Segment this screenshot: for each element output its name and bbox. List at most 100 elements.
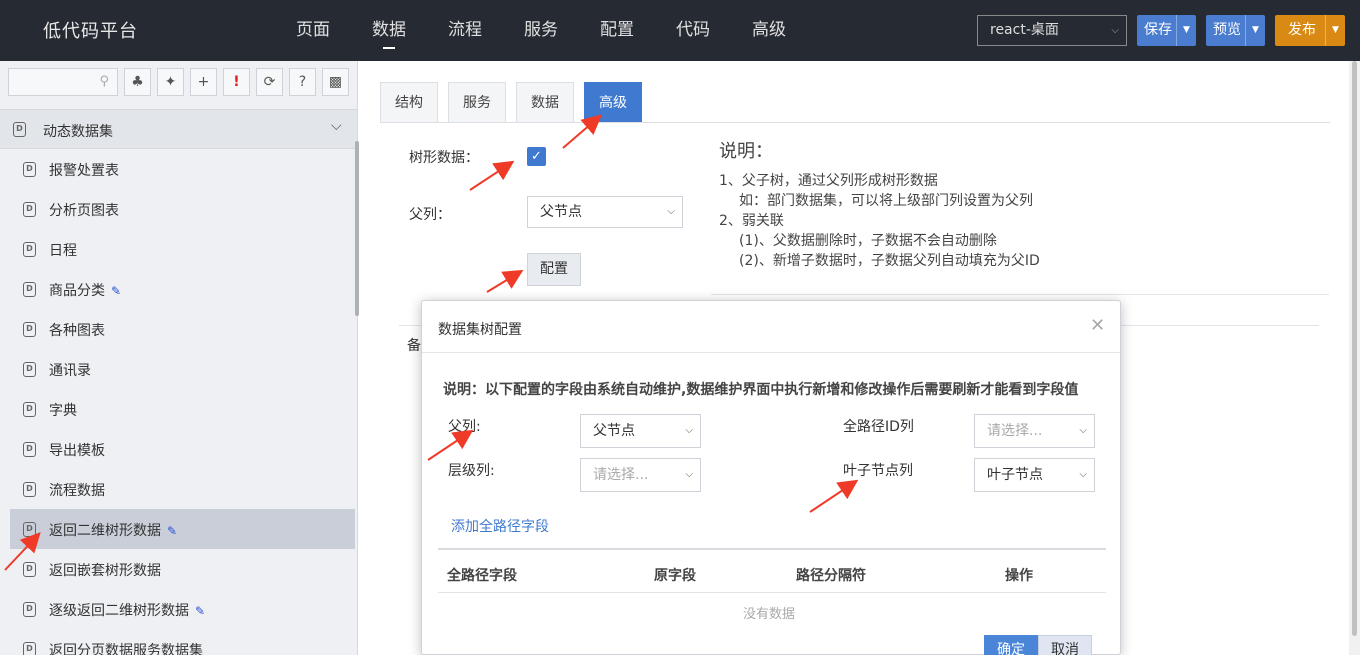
description-line: 1、父子树，通过父列形成树形数据 [719,173,938,189]
tree-data-checkbox[interactable]: ✓ [527,147,546,166]
sidebar-item[interactable]: D 返回分页数据服务数据集 [0,629,357,655]
chevron-down-icon: ⌵ [685,425,693,436]
caret-down-icon[interactable]: ▼ [1176,15,1196,46]
nav-item-config[interactable]: 配置 [579,0,655,61]
sidebar-item[interactable]: D 各种图表 [0,309,357,349]
nav-item-flow[interactable]: 流程 [427,0,503,61]
preview-button[interactable]: 预览 ▼ [1206,15,1265,46]
close-icon[interactable]: ✕ [1090,315,1105,336]
sidebar-item-label: 日程 [49,243,77,259]
tab-service[interactable]: 服务 [448,82,506,123]
nav-item-advanced[interactable]: 高级 [731,0,807,61]
modal-parent-select[interactable]: 父节点 ⌵ [580,414,701,448]
dataset-icon: D [23,322,36,337]
message-icon[interactable]: ▩ [322,68,349,96]
nav-item-code[interactable]: 代码 [655,0,731,61]
chevron-down-icon: ⌵ [1079,469,1087,480]
tab-divider [380,122,1330,123]
tab-bar: 结构 服务 数据 高级 [380,82,652,123]
dataset-icon: D [13,122,26,137]
sidebar-item-label: 分析页图表 [49,203,119,219]
tag-icon[interactable]: ✦ [157,68,184,96]
table-empty-text: 没有数据 [743,607,796,622]
dataset-icon: D [23,522,36,537]
main-nav: 页面 数据 流程 服务 配置 代码 高级 [275,0,807,61]
sidebar-item[interactable]: D 返回二维树形数据 ✎ [10,509,355,549]
sidebar-item[interactable]: D 报警处置表 [0,149,357,189]
publish-button[interactable]: 发布 ▼ [1275,15,1345,46]
sidebar-item[interactable]: D 字典 [0,389,357,429]
dataset-icon: D [23,562,36,577]
save-button[interactable]: 保存 ▼ [1137,15,1196,46]
level-column-label: 层级列: [448,463,495,479]
plus-icon[interactable]: + [190,68,217,96]
leaf-node-label: 叶子节点列 [843,463,913,479]
scroll-thumb[interactable] [1352,61,1357,636]
refresh-icon[interactable]: ⟳ [256,68,283,96]
tab-data[interactable]: 数据 [516,82,574,123]
save-label: 保存 [1144,22,1172,38]
table-border [438,592,1106,593]
divider [711,294,1329,295]
help-icon[interactable]: ? [289,68,316,96]
caret-down-icon[interactable]: ▼ [1245,15,1265,46]
sidebar-item[interactable]: D 通讯录 [0,349,357,389]
config-button[interactable]: 配置 [527,253,581,286]
sidebar-item-label: 返回嵌套树形数据 [49,563,161,579]
add-fullpath-field-link[interactable]: 添加全路径字段 [451,516,549,536]
sidebar-item[interactable]: D 返回嵌套树形数据 [0,549,357,589]
dataset-icon: D [23,442,36,457]
sidebar-item-label: 返回二维树形数据 ✎ [49,523,178,539]
caret-down-icon[interactable]: ▼ [1325,15,1345,46]
pencil-icon[interactable]: ✎ [195,604,205,618]
sidebar-item[interactable]: D 日程 [0,229,357,269]
main-scrollbar[interactable] [1349,61,1360,655]
tree-config-modal: 数据集树配置 ✕ 说明：以下配置的字段由系统自动维护,数据维护界面中执行新增和修… [421,300,1121,655]
level-column-select[interactable]: 请选择... ⌵ [580,458,701,492]
dataset-icon: D [23,202,36,217]
search-icon: ⚲ [99,74,109,89]
nav-item-page[interactable]: 页面 [275,0,351,61]
sidebar-item[interactable]: D 商品分类 ✎ [0,269,357,309]
description-line: (2)、新增子数据时，子数据父列自动填充为父ID [739,253,1040,269]
dataset-list: D 报警处置表 D 分析页图表 D 日程 D 商品分类 ✎ D 各种图表 D 通讯录 D 字典 D 导出模板 D 流… [0,149,357,655]
sidebar-item[interactable]: D 分析页图表 [0,189,357,229]
leaf-node-value: 叶子节点 [987,467,1043,483]
tab-structure[interactable]: 结构 [380,82,438,123]
fullpath-id-select[interactable]: 请选择... ⌵ [974,414,1095,448]
sidebar-item-label: 字典 [49,403,77,419]
fullpath-id-label: 全路径ID列 [843,419,914,435]
sidebar-search-input[interactable]: ⚲ [8,68,118,96]
cancel-button[interactable]: 取消 [1038,635,1092,655]
table-border [438,548,1106,550]
parent-column-value: 父节点 [540,204,582,220]
confirm-button[interactable]: 确定 [984,635,1038,655]
sidebar-item[interactable]: D 逐级返回二维树形数据 ✎ [0,589,357,629]
sidebar: ⚲ ♣ ✦ + ! ⟳ ? ▩ D 动态数据集 ⌵ D 报警处置表 D 分析页图表 D 日… [0,61,359,655]
sidebar-item-label: 返回分页数据服务数据集 [49,643,203,655]
section-title: 动态数据集 [43,124,113,140]
chevron-down-icon[interactable]: ⌵ [331,118,342,134]
exclamation-icon[interactable]: ! [223,68,250,96]
sidebar-item[interactable]: D 导出模板 [0,429,357,469]
nav-item-data[interactable]: 数据 [351,0,427,61]
pencil-icon[interactable]: ✎ [167,524,177,538]
env-select-value: react-桌面 [990,22,1059,38]
pencil-icon[interactable]: ✎ [111,284,121,298]
description-line: 如：部门数据集，可以将上级部门列设置为父列 [739,193,1033,209]
dataset-icon: D [23,242,36,257]
nav-item-service[interactable]: 服务 [503,0,579,61]
divider [422,352,1120,353]
column-header-action: 操作 [1005,568,1033,584]
env-select[interactable]: react-桌面 ⌵ [977,15,1127,46]
tab-advanced[interactable]: 高级 [584,82,642,123]
chevron-down-icon: ⌵ [1079,425,1087,436]
sidebar-item[interactable]: D 流程数据 [0,469,357,509]
chevron-down-icon: ⌵ [1111,25,1119,36]
leaf-node-select[interactable]: 叶子节点 ⌵ [974,458,1095,492]
sidebar-item-label: 通讯录 [49,363,91,379]
sidebar-item-label: 商品分类 ✎ [49,283,122,299]
section-header-dynamic-dataset[interactable]: D 动态数据集 ⌵ [0,109,357,149]
tree-icon[interactable]: ♣ [124,68,151,96]
parent-column-select[interactable]: 父节点 ⌵ [527,196,683,228]
